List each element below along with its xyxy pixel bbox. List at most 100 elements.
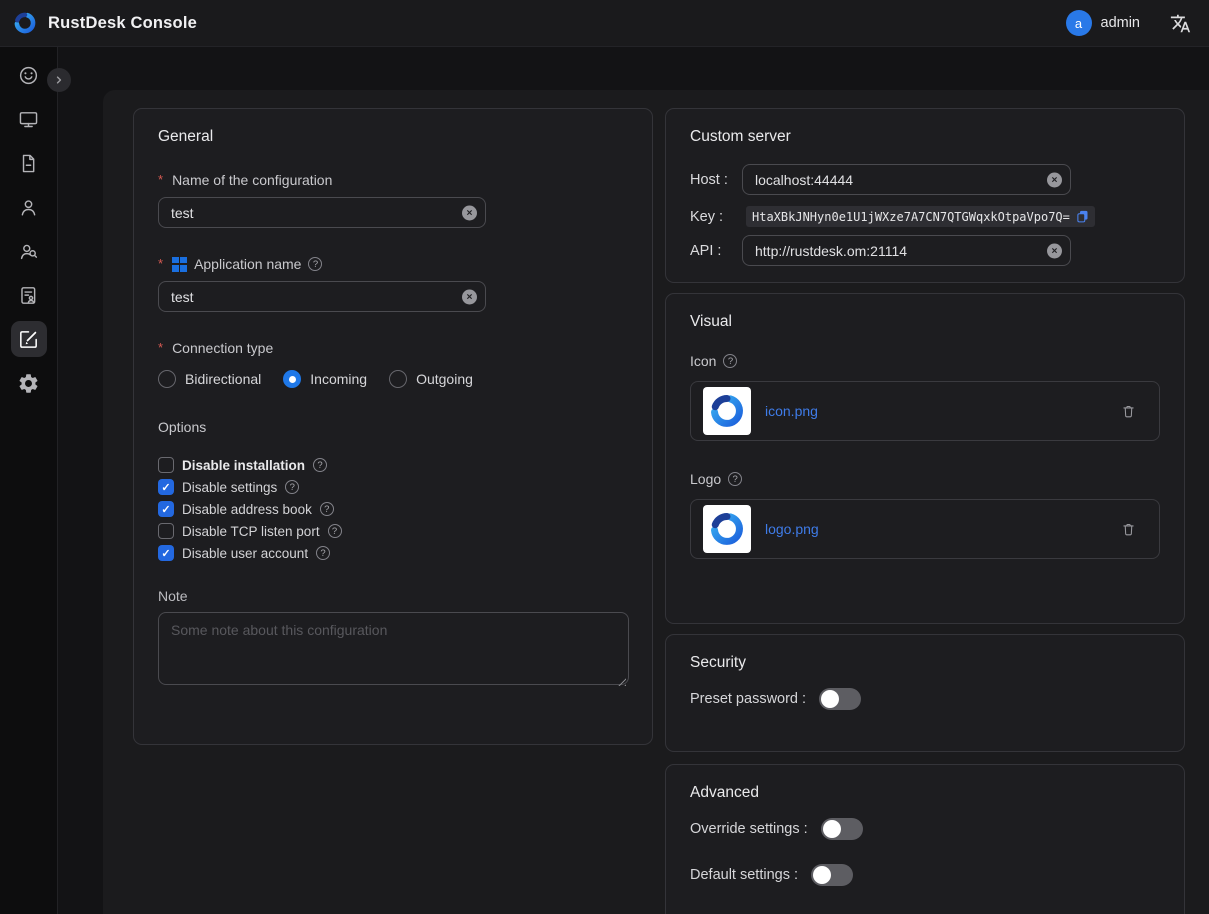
sidebar-item-settings[interactable] [11, 365, 47, 401]
sidebar-item-custom-clients[interactable] [11, 321, 47, 357]
translate-icon [1170, 13, 1191, 34]
radio-incoming[interactable]: Incoming [283, 370, 367, 388]
application-name-input[interactable] [158, 281, 486, 312]
language-button[interactable] [1170, 13, 1191, 34]
preset-password-toggle[interactable] [819, 688, 861, 710]
checkbox-checked[interactable] [158, 501, 174, 517]
key-value: HtaXBkJNHyn0e1U1jWXze7A7CN7QTGWqxkOtpaVp… [752, 210, 1070, 224]
option-label: Disable TCP listen port [182, 524, 320, 539]
custom-server-card: Custom server Host : Key : HtaXBkJNHyn0e… [665, 108, 1185, 283]
sidebar-expand-button[interactable] [47, 68, 71, 92]
copy-key-button[interactable] [1075, 209, 1090, 224]
checkbox-unchecked[interactable] [158, 523, 174, 539]
help-icon[interactable] [313, 458, 327, 472]
document-icon [17, 152, 40, 175]
checkbox-checked[interactable] [158, 545, 174, 561]
radio-label: Outgoing [416, 371, 473, 387]
logo-upload-row: logo.png [690, 499, 1160, 559]
radio-dot[interactable] [158, 370, 176, 388]
host-input[interactable] [742, 164, 1071, 195]
override-settings-toggle[interactable] [821, 818, 863, 840]
option-label: Disable address book [182, 502, 312, 517]
general-title: General [158, 128, 628, 146]
clear-icon[interactable] [1047, 172, 1062, 187]
logo-label: Logo [690, 471, 1160, 487]
option-label: Disable user account [182, 546, 308, 561]
option-label: Disable settings [182, 480, 277, 495]
clear-icon[interactable] [462, 205, 477, 220]
help-icon[interactable] [728, 472, 742, 486]
user-icon [17, 196, 40, 219]
sidebar-item-audit[interactable] [11, 277, 47, 313]
security-title: Security [690, 654, 1160, 672]
security-card: Security Preset password : [665, 634, 1185, 752]
radio-dot[interactable] [283, 370, 301, 388]
edit-icon [17, 328, 40, 351]
clear-icon[interactable] [462, 289, 477, 304]
radio-outgoing[interactable]: Outgoing [389, 370, 473, 388]
checkbox-unchecked[interactable] [158, 457, 174, 473]
help-icon[interactable] [316, 546, 330, 560]
radio-bidirectional[interactable]: Bidirectional [158, 370, 261, 388]
trash-icon [1120, 403, 1137, 420]
icon-preview-image [703, 387, 751, 435]
sidebar-item-find-user[interactable] [11, 233, 47, 269]
icon-upload-row: icon.png [690, 381, 1160, 441]
note-label: Note [158, 588, 628, 604]
smiley-icon [17, 64, 40, 87]
help-icon[interactable] [308, 257, 322, 271]
note-textarea[interactable] [158, 612, 629, 685]
rustdesk-logo-icon [12, 10, 38, 36]
help-icon[interactable] [328, 524, 342, 538]
windows-icon [172, 257, 187, 272]
radio-dot[interactable] [389, 370, 407, 388]
application-name-label: Application name [158, 256, 628, 272]
visual-title: Visual [690, 313, 1160, 331]
advanced-card: Advanced Override settings : Default set… [665, 764, 1185, 914]
delete-logo-button[interactable] [1120, 521, 1137, 538]
icon-file-link[interactable]: icon.png [765, 403, 818, 419]
help-icon[interactable] [320, 502, 334, 516]
api-label: API : [690, 243, 742, 259]
visual-card: Visual Icon icon.png Logo [665, 293, 1185, 624]
sidebar-item-documents[interactable] [11, 145, 47, 181]
key-label: Key : [690, 209, 742, 225]
delete-icon-button[interactable] [1120, 403, 1137, 420]
checkbox-checked[interactable] [158, 479, 174, 495]
host-label: Host : [690, 172, 742, 188]
options-label: Options [158, 419, 628, 435]
logo-file-link[interactable]: logo.png [765, 521, 819, 537]
user-search-icon [17, 240, 40, 263]
main-content: General Name of the configuration Applic… [103, 90, 1209, 914]
option-row: Disable installation [158, 454, 628, 476]
copy-icon [1075, 209, 1090, 224]
custom-server-title: Custom server [690, 128, 1160, 146]
option-row: Disable address book [158, 498, 628, 520]
trash-icon [1120, 521, 1137, 538]
radio-label: Bidirectional [185, 371, 261, 387]
monitor-icon [17, 108, 40, 131]
avatar[interactable]: a [1066, 10, 1092, 36]
default-settings-toggle[interactable] [811, 864, 853, 886]
sidebar-item-devices[interactable] [11, 101, 47, 137]
chevron-right-icon [52, 73, 66, 87]
username: admin [1101, 15, 1141, 31]
user-menu[interactable]: a admin [1066, 10, 1141, 36]
gear-icon [17, 372, 40, 395]
help-icon[interactable] [285, 480, 299, 494]
config-name-input[interactable] [158, 197, 486, 228]
clear-icon[interactable] [1047, 243, 1062, 258]
preset-password-label: Preset password : [690, 691, 806, 707]
connection-type-group: Bidirectional Incoming Outgoing [158, 370, 628, 388]
audit-icon [17, 284, 40, 307]
api-input[interactable] [742, 235, 1071, 266]
option-label: Disable installation [182, 458, 305, 473]
sidebar-item-users[interactable] [11, 189, 47, 225]
help-icon[interactable] [723, 354, 737, 368]
app-title: RustDesk Console [48, 14, 197, 33]
sidebar-item-overview[interactable] [11, 57, 47, 93]
sidebar-nav [0, 47, 58, 914]
brand: RustDesk Console [12, 10, 197, 36]
key-value-chip: HtaXBkJNHyn0e1U1jWXze7A7CN7QTGWqxkOtpaVp… [746, 206, 1095, 227]
icon-label: Icon [690, 353, 1160, 369]
